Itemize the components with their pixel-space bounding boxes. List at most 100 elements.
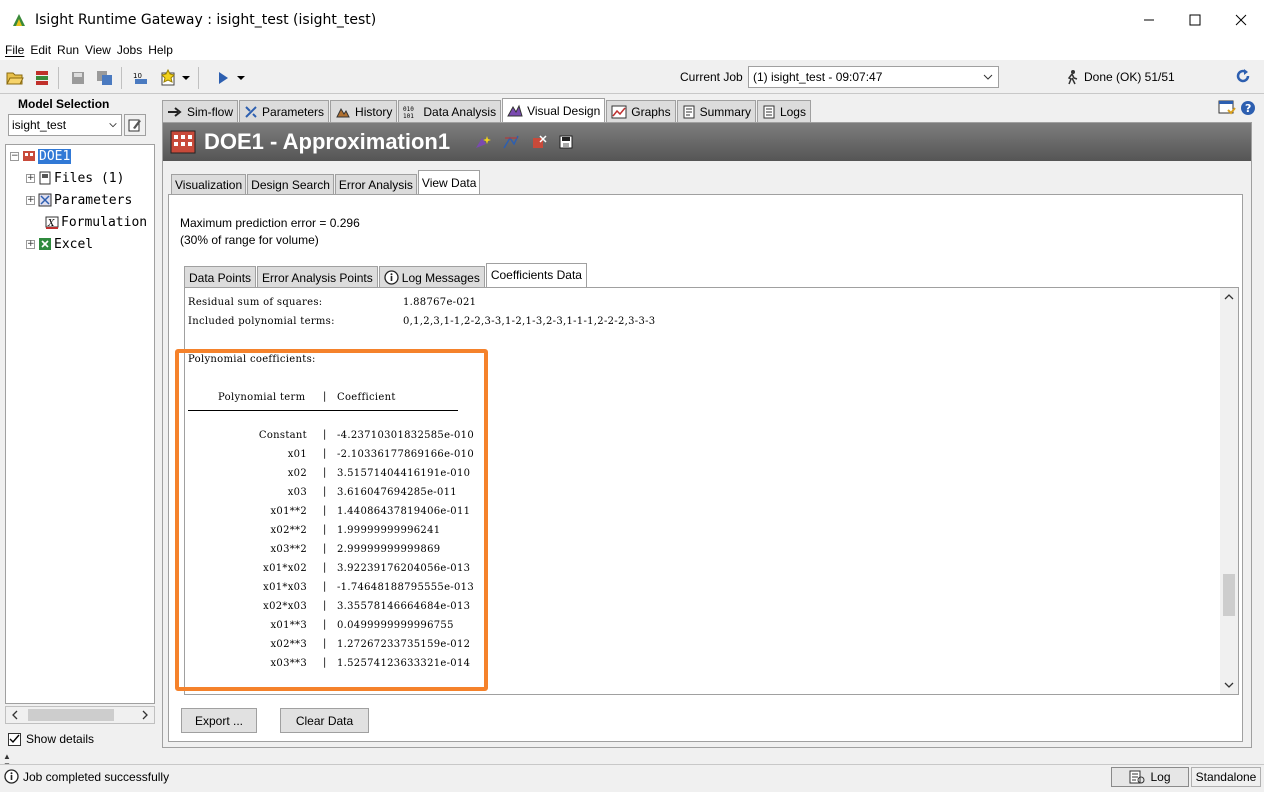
menu-help[interactable]: Help (148, 43, 173, 57)
tree-label: Formulation (61, 214, 148, 230)
expand-icon[interactable]: + (26, 173, 35, 183)
sparkle-star-icon[interactable] (474, 134, 492, 150)
delete-approximation-icon[interactable] (530, 134, 548, 150)
tab-error-analysis[interactable]: Error Analysis (334, 174, 417, 194)
residual-label: Residual sum of squares: (188, 297, 323, 308)
scroll-left-icon[interactable] (9, 709, 21, 721)
tab-summary[interactable]: Summary (676, 100, 756, 122)
scroll-right-icon[interactable] (139, 709, 151, 721)
database-icon (36, 70, 48, 85)
save-button[interactable] (66, 66, 90, 90)
expand-icon[interactable]: + (26, 239, 35, 249)
tab-visualization[interactable]: Visualization (171, 174, 247, 194)
edit-model-button[interactable] (124, 114, 146, 136)
column-divider: | (323, 657, 327, 668)
model-select[interactable]: isight_test (8, 114, 122, 136)
tab-log-messages[interactable]: Log Messages (378, 266, 485, 287)
tree-node-excel[interactable]: + Excel (26, 235, 93, 253)
tab-history[interactable]: History (330, 100, 398, 122)
tree-node-formulation[interactable]: X Formulation (45, 213, 147, 231)
doe-icon (23, 151, 35, 161)
new-model-button[interactable] (156, 66, 180, 90)
visual-design-panel: DOE1 - Approximation1 Visualization Desi… (162, 122, 1252, 748)
minimize-button[interactable] (1126, 0, 1172, 40)
polynomial-coefficients-label: Polynomial coefficients: (188, 354, 316, 365)
log-button[interactable]: Log (1111, 767, 1189, 787)
clear-data-button[interactable]: Clear Data (280, 708, 369, 733)
collapse-icon[interactable]: − (10, 151, 19, 161)
coefficients-text-area[interactable]: Residual sum of squares: 1.88767e-021 In… (184, 287, 1239, 695)
max-prediction-error: Maximum prediction error = 0.296 (30% of… (180, 215, 360, 249)
tab-data-points[interactable]: Data Points (184, 266, 257, 287)
coefficient-term: x01 (287, 449, 307, 460)
coefficient-value: -1.74648188795555e-013 (337, 582, 474, 593)
tab-label: Sim-flow (187, 104, 234, 119)
info-icon (384, 270, 399, 285)
toolbar: 10 Current Job (1) isight_test - 09:07:4… (0, 62, 1264, 94)
title-bar: Isight Runtime Gateway : isight_test (is… (0, 0, 1264, 40)
tab-parameters[interactable]: Parameters (239, 100, 330, 122)
tab-visual-design[interactable]: Visual Design (502, 98, 606, 122)
menu-jobs[interactable]: Jobs (117, 43, 142, 57)
run-button[interactable] (211, 66, 235, 90)
help-icon[interactable]: ? (1240, 100, 1256, 116)
tab-error-analysis-points[interactable]: Error Analysis Points (257, 266, 378, 287)
tab-coefficients-data[interactable]: Coefficients Data (485, 263, 587, 287)
close-button[interactable] (1218, 0, 1264, 40)
menu-file[interactable]: File (5, 43, 24, 57)
approximation-tool-icon[interactable] (502, 134, 520, 150)
tab-view-data[interactable]: View Data (417, 170, 481, 194)
open-button[interactable] (3, 66, 27, 90)
tab-data-analysis[interactable]: 010 101 Data Analysis (398, 100, 502, 122)
database-button[interactable] (30, 66, 54, 90)
coefficient-value: 3.616047694285e-011 (337, 487, 457, 498)
scroll-thumb[interactable] (28, 709, 114, 721)
doe-table-icon (170, 130, 196, 154)
tree-label: Excel (54, 236, 94, 252)
scroll-up-icon[interactable] (1223, 291, 1235, 303)
dropdown-arrow-icon[interactable] (237, 74, 245, 82)
svg-text:?: ? (1245, 102, 1251, 115)
tree-node-files[interactable]: + Files (1) (26, 169, 124, 187)
main-tab-actions: ? (1218, 100, 1256, 116)
tab-sim-flow[interactable]: Sim-flow (162, 100, 239, 122)
export-button[interactable]: Export ... (181, 708, 257, 733)
refresh-icon[interactable] (1234, 67, 1252, 85)
save-all-button[interactable] (93, 66, 117, 90)
save-icon[interactable] (558, 134, 574, 150)
scroll-thumb[interactable] (1223, 574, 1235, 616)
expand-icon[interactable]: + (26, 195, 35, 205)
menu-edit[interactable]: Edit (30, 43, 51, 57)
show-details-checkbox[interactable]: Show details (8, 732, 94, 746)
logs-icon (763, 105, 775, 118)
tab-graphs[interactable]: Graphs (606, 100, 676, 122)
coefficients-vertical-scrollbar[interactable] (1220, 288, 1238, 694)
column-divider: | (323, 448, 327, 459)
coefficient-term: Constant (258, 430, 307, 441)
excel-icon (39, 238, 51, 250)
column-divider: | (323, 619, 327, 630)
tree-horizontal-scrollbar[interactable] (5, 706, 155, 724)
tree-node-parameters[interactable]: + Parameters (26, 191, 132, 209)
coefficient-value: 0.0499999999996755 (337, 620, 454, 631)
menu-run[interactable]: Run (57, 43, 79, 57)
tab-label: Error Analysis Points (262, 271, 373, 285)
scroll-down-icon[interactable] (1223, 679, 1235, 691)
column-divider: | (323, 562, 327, 573)
window-options-icon[interactable] (1218, 100, 1236, 116)
maximize-button[interactable] (1172, 0, 1218, 40)
coefficient-value: 3.51571404416191e-010 (337, 468, 471, 479)
current-job-select[interactable]: (1) isight_test - 09:07:47 (748, 66, 999, 88)
tab-logs[interactable]: Logs (756, 100, 811, 122)
dropdown-arrow-icon[interactable] (182, 74, 190, 82)
data-button[interactable]: 10 (129, 66, 153, 90)
tab-design-search[interactable]: Design Search (247, 174, 334, 194)
coefficient-value: 3.92239176204056e-013 (337, 563, 471, 574)
view-data-tabs: Data Points Error Analysis Points Log Me… (184, 263, 588, 287)
menu-view[interactable]: View (85, 43, 111, 57)
chevron-down-icon (983, 74, 993, 80)
log-button-label: Log (1150, 770, 1171, 784)
checkbox[interactable] (8, 732, 21, 746)
tree-node-doe1[interactable]: − DOE1 (10, 147, 72, 165)
approximation-sub-tabs: Visualization Design Search Error Analys… (171, 170, 481, 194)
